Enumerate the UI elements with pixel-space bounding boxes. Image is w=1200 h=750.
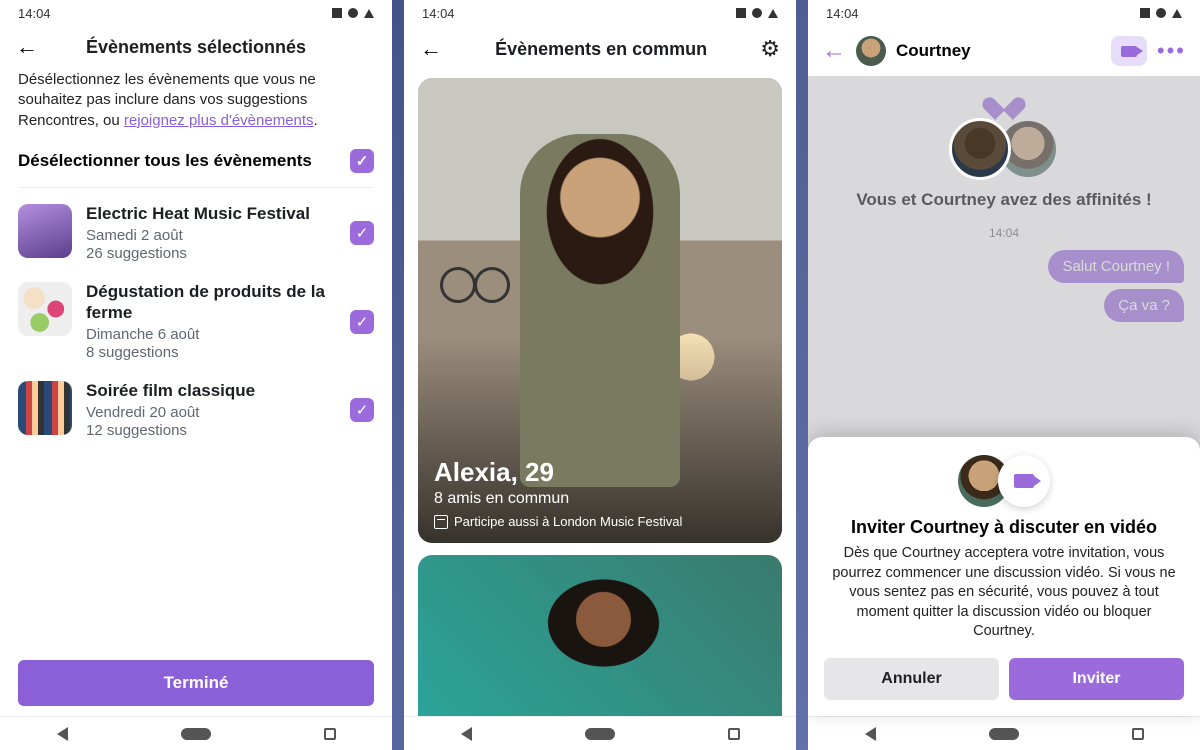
android-nav-bar	[0, 716, 392, 750]
avatar	[949, 118, 1011, 180]
event-thumbnail	[18, 282, 72, 336]
match-text: Vous et Courtney avez des affinités !	[824, 190, 1184, 210]
profile-card[interactable]	[418, 555, 782, 716]
video-call-button[interactable]	[1111, 36, 1147, 66]
join-more-events-link[interactable]: rejoignez plus d'évènements	[124, 112, 314, 129]
back-icon[interactable]: ←	[420, 38, 442, 60]
event-suggestions: 12 suggestions	[86, 422, 336, 439]
screen-events-common: 14:04 ← Évènements en commun ⚙ Alexia, 2…	[404, 0, 796, 750]
message-list: Salut Courtney ! Ça va ?	[824, 250, 1184, 322]
screen-chat: 14:04 ← Courtney ••• Vous et Courtney av…	[808, 0, 1200, 750]
match-avatars	[824, 118, 1184, 180]
status-time: 14:04	[18, 6, 51, 21]
back-icon[interactable]: ←	[16, 36, 38, 58]
profile-mutual-friends: 8 amis en commun	[434, 490, 766, 508]
status-icon	[752, 8, 762, 18]
deselect-all-row[interactable]: Désélectionner tous les évènements ✓	[18, 149, 374, 188]
event-suggestions: 8 suggestions	[86, 344, 336, 361]
avatar[interactable]	[856, 36, 886, 66]
status-icon	[736, 8, 746, 18]
video-icon-badge	[998, 455, 1050, 507]
video-invite-sheet: Inviter Courtney à discuter en vidéo Dès…	[808, 437, 1200, 716]
header: ← Évènements en commun ⚙	[404, 26, 796, 70]
calendar-icon	[434, 515, 448, 529]
deselect-all-label: Désélectionner tous les évènements	[18, 151, 312, 171]
invite-button[interactable]: Inviter	[1009, 658, 1184, 700]
status-time: 14:04	[826, 6, 859, 21]
event-suggestions: 26 suggestions	[86, 245, 336, 262]
event-name: Electric Heat Music Festival	[86, 204, 336, 224]
status-icon	[1172, 9, 1182, 18]
profile-event-line: Participe aussi à London Music Festival	[434, 514, 766, 529]
event-date: Dimanche 6 août	[86, 326, 336, 343]
message-bubble: Salut Courtney !	[1048, 250, 1184, 283]
event-item[interactable]: Dégustation de produits de la ferme Dima…	[18, 266, 374, 365]
nav-home-icon[interactable]	[585, 728, 615, 740]
settings-icon[interactable]: ⚙	[760, 36, 780, 62]
event-item[interactable]: Soirée film classique Vendredi 20 août 1…	[18, 365, 374, 443]
status-icon	[364, 9, 374, 18]
more-icon[interactable]: •••	[1157, 38, 1186, 64]
back-icon[interactable]: ←	[822, 37, 846, 65]
heart-icon	[991, 88, 1017, 112]
event-thumbnail	[18, 381, 72, 435]
event-item[interactable]: Electric Heat Music Festival Samedi 2 ao…	[18, 188, 374, 266]
message-bubble: Ça va ?	[1104, 289, 1184, 322]
chat-timestamp: 14:04	[824, 226, 1184, 240]
sheet-title: Inviter Courtney à discuter en vidéo	[824, 517, 1184, 538]
android-nav-bar	[808, 716, 1200, 750]
sheet-description: Dès que Courtney acceptera votre invitat…	[824, 544, 1184, 642]
nav-recent-icon[interactable]	[324, 728, 336, 740]
checkbox-icon[interactable]: ✓	[350, 310, 374, 334]
status-bar: 14:04	[808, 0, 1200, 26]
instruction-text: Désélectionnez les évènements que vous n…	[18, 70, 374, 131]
nav-back-icon[interactable]	[461, 727, 472, 741]
event-date: Samedi 2 août	[86, 227, 336, 244]
done-button[interactable]: Terminé	[18, 660, 374, 706]
event-name: Soirée film classique	[86, 381, 336, 401]
page-title: Évènements en commun	[452, 39, 750, 60]
nav-home-icon[interactable]	[181, 728, 211, 740]
status-icon	[348, 8, 358, 18]
nav-recent-icon[interactable]	[728, 728, 740, 740]
status-icon	[332, 8, 342, 18]
status-icon	[1140, 8, 1150, 18]
header: ← Évènements sélectionnés	[0, 26, 392, 66]
video-icon	[1014, 474, 1034, 488]
android-nav-bar	[404, 716, 796, 750]
contact-name: Courtney	[896, 41, 1101, 61]
nav-recent-icon[interactable]	[1132, 728, 1144, 740]
profile-name-age: Alexia, 29	[434, 457, 766, 488]
checkbox-icon[interactable]: ✓	[350, 398, 374, 422]
chat-header: ← Courtney •••	[808, 26, 1200, 76]
cancel-button[interactable]: Annuler	[824, 658, 999, 700]
status-icon	[1156, 8, 1166, 18]
checkbox-icon[interactable]: ✓	[350, 221, 374, 245]
event-date: Vendredi 20 août	[86, 404, 336, 421]
checkbox-icon[interactable]: ✓	[350, 149, 374, 173]
status-icon	[768, 9, 778, 18]
page-title: Évènements sélectionnés	[48, 37, 344, 58]
screen-events-selected: 14:04 ← Évènements sélectionnés Désélect…	[0, 0, 392, 750]
event-name: Dégustation de produits de la ferme	[86, 282, 336, 323]
nav-home-icon[interactable]	[989, 728, 1019, 740]
event-thumbnail	[18, 204, 72, 258]
profile-card[interactable]: Alexia, 29 8 amis en commun Participe au…	[418, 78, 782, 543]
status-bar: 14:04	[404, 0, 796, 26]
nav-back-icon[interactable]	[57, 727, 68, 741]
status-time: 14:04	[422, 6, 455, 21]
nav-back-icon[interactable]	[865, 727, 876, 741]
status-bar: 14:04	[0, 0, 392, 26]
video-icon	[1121, 46, 1137, 57]
